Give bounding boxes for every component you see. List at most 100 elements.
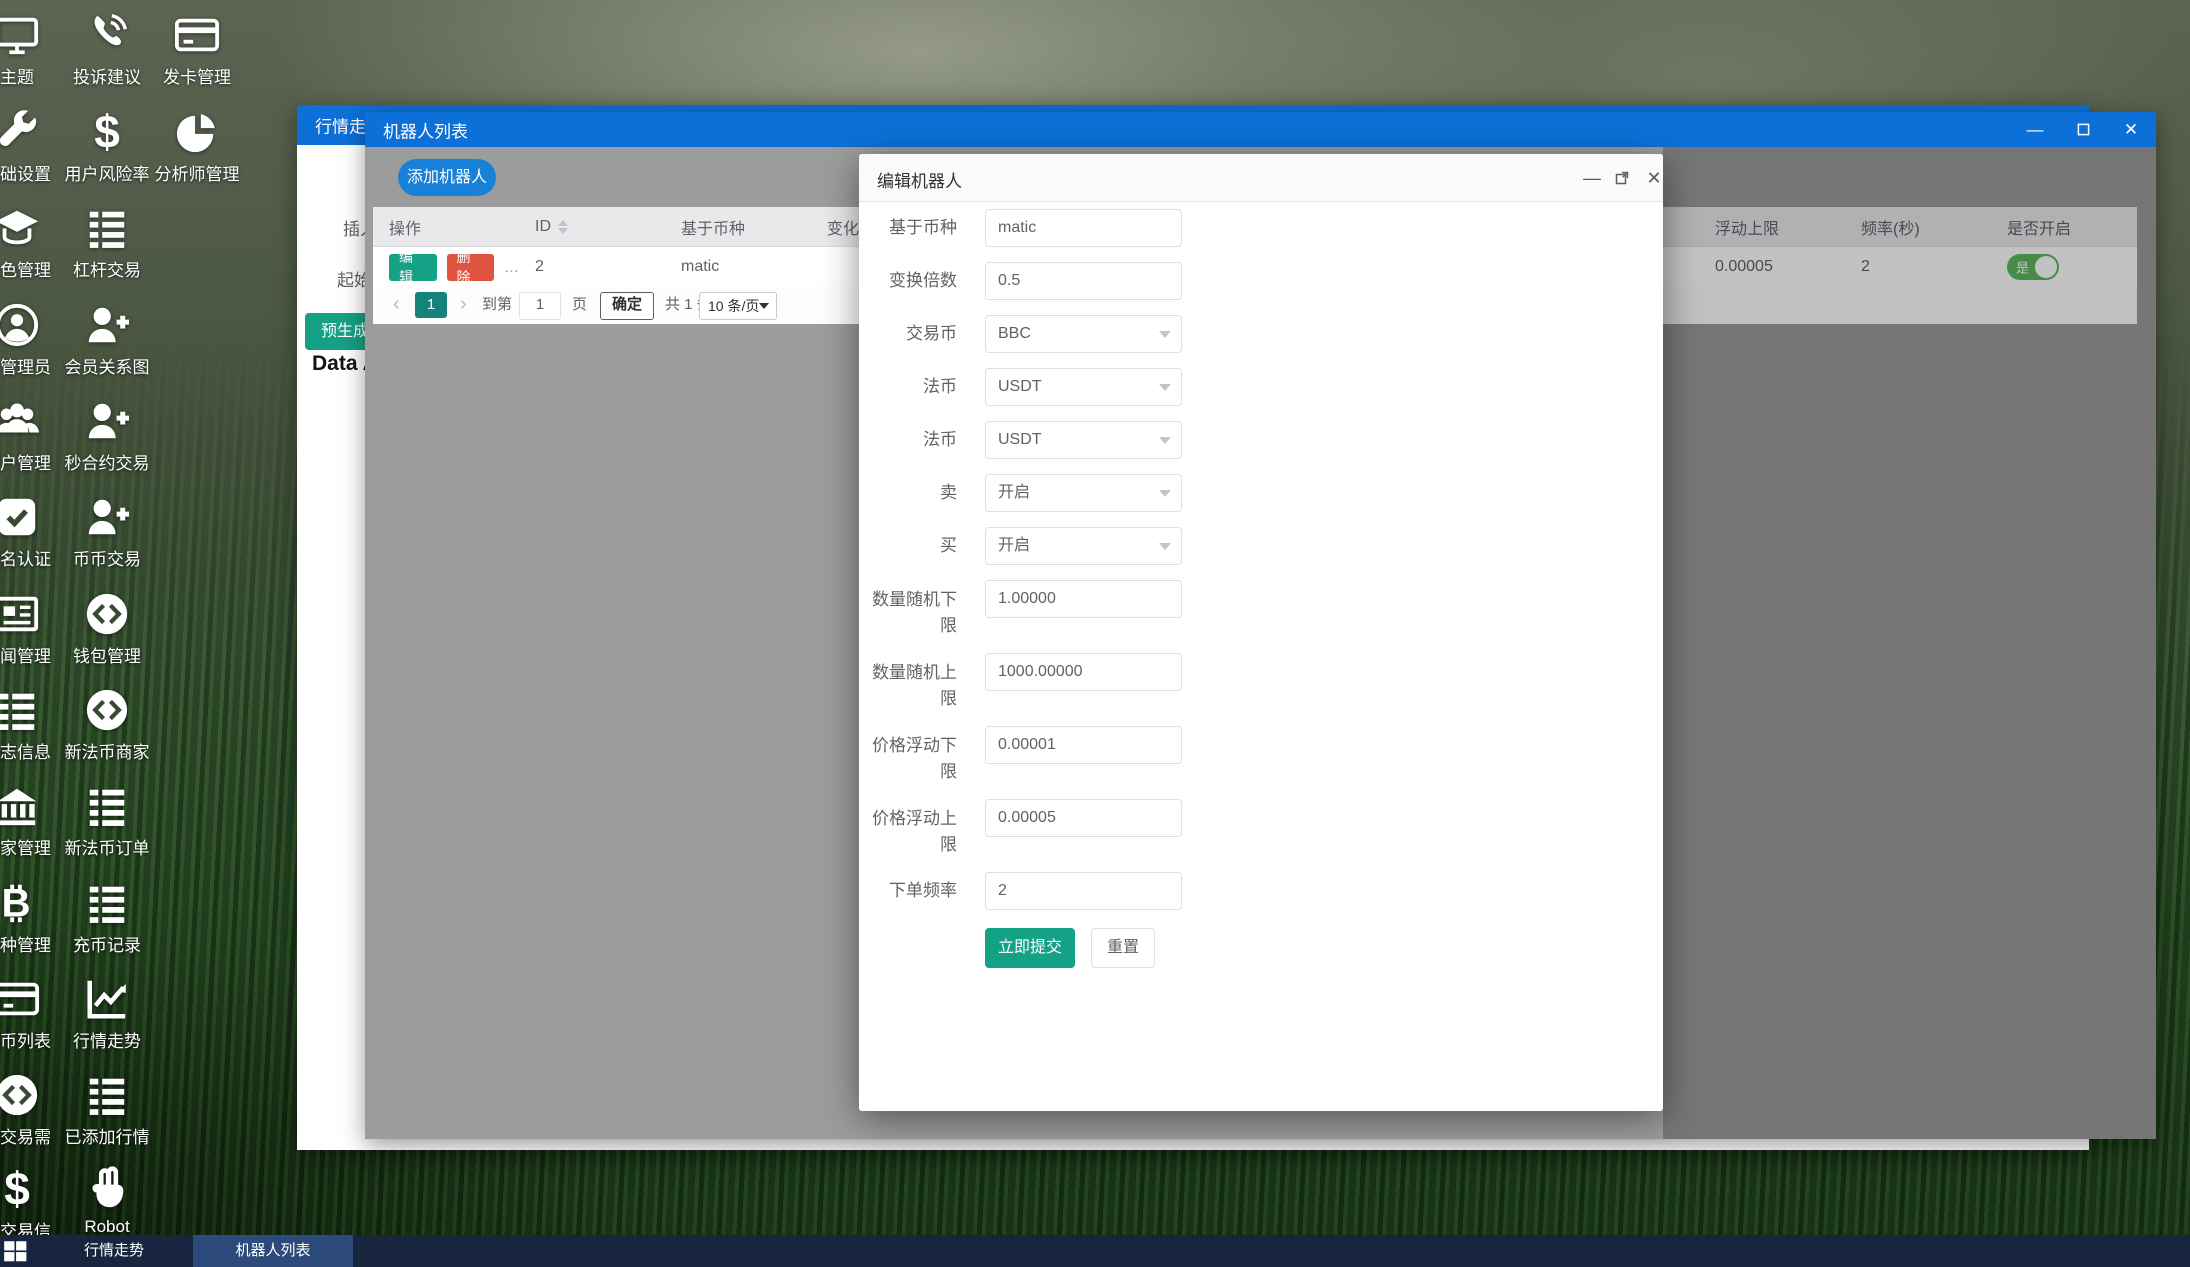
desktop-icon-label: 币交易需 <box>0 1123 62 1148</box>
hand-icon <box>62 1164 152 1212</box>
list-icon <box>62 781 152 829</box>
desktop-icon-people[interactable]: 用户管理 <box>0 396 62 474</box>
field-select[interactable]: USDT <box>985 368 1182 406</box>
cell-id: 2 <box>519 247 665 287</box>
dialog-close-button[interactable]: ✕ <box>1643 167 1665 189</box>
desktop-icon-news[interactable]: 新闻管理 <box>0 589 62 667</box>
field-input[interactable]: 2 <box>985 872 1182 910</box>
prev-page-button[interactable]: ‹ <box>393 292 400 318</box>
column-header-id[interactable]: ID <box>519 207 665 246</box>
field-select[interactable]: USDT <box>985 421 1182 459</box>
chevron-down-icon <box>1159 384 1171 391</box>
field-label: 价格浮动下限 <box>859 726 957 785</box>
taskbar-tab-market-trend[interactable]: 行情走势 <box>36 1235 192 1267</box>
desktop-icon-person-circle[interactable]: 台管理员 <box>0 300 62 378</box>
jump-page-input[interactable]: 1 <box>519 292 561 320</box>
close-button[interactable]: ✕ <box>2113 112 2149 147</box>
next-page-button[interactable]: › <box>460 292 467 318</box>
desktop-icon-list[interactable]: 充币记录 <box>62 878 152 956</box>
desktop-icon-label: 台管理员 <box>0 353 62 378</box>
screen: 主题投诉建议发卡管理基础设置 $ 用户风险率分析师管理角色管理杠杆交易台管理员会员关… <box>0 0 2190 1267</box>
desktop-icon-list[interactable]: 已添加行情 <box>62 1070 152 1148</box>
field-input[interactable]: matic <box>985 209 1182 247</box>
field-input[interactable]: 0.00001 <box>985 726 1182 764</box>
desktop-icon-bank[interactable]: 商家管理 <box>0 781 62 859</box>
field-label: 卖 <box>859 474 957 512</box>
desktop-icon-coin[interactable]: 钱包管理 <box>62 589 152 667</box>
jump-prefix-label: 到第 <box>482 292 512 318</box>
desktop-icon-list[interactable]: 新法币订单 <box>62 781 152 859</box>
more-actions: … <box>504 259 519 276</box>
form-row: 价格浮动下限0.00001 <box>859 726 1663 766</box>
desktop-icon-label: 已添加行情 <box>62 1123 152 1148</box>
field-input[interactable]: 0.00005 <box>985 799 1182 837</box>
desktop-icon-phone[interactable]: 投诉建议 <box>62 10 152 88</box>
reset-button[interactable]: 重置 <box>1091 928 1155 968</box>
desktop-icon-coin[interactable]: 币交易需 <box>0 1070 62 1148</box>
desktop-icon-label: 主题 <box>0 63 62 88</box>
dollar-icon: $ <box>0 1164 62 1212</box>
desktop-icon-dollar[interactable]: $币交易信 <box>0 1164 62 1242</box>
chevron-down-icon <box>1159 543 1171 550</box>
maximize-button[interactable] <box>2065 112 2101 147</box>
dialog-fullscreen-button[interactable] <box>1611 167 1633 189</box>
confirm-page-button[interactable]: 确定 <box>600 292 654 320</box>
submit-button[interactable]: 立即提交 <box>985 928 1075 968</box>
desktop-icon-chart[interactable]: 行情走势 <box>62 974 152 1052</box>
desktop-icon-label: 杠杆交易 <box>62 256 152 281</box>
coin-icon <box>0 1070 62 1118</box>
desktop-icon-dollar[interactable]: $ 用户风险率 <box>62 107 152 185</box>
field-select[interactable]: 开启 <box>985 527 1182 565</box>
front-window-title: 机器人列表 <box>383 117 468 142</box>
column-label: 基于币种 <box>681 215 745 239</box>
add-robot-button[interactable]: 添加机器人 <box>398 159 496 196</box>
field-input[interactable]: 1.00000 <box>985 580 1182 618</box>
desktop-icon-label: 用户管理 <box>0 449 62 474</box>
person-plus-icon <box>62 492 152 540</box>
desktop-icon-coin[interactable]: 新法币商家 <box>62 685 152 763</box>
start-button[interactable] <box>2 1238 28 1264</box>
desktop-icon-person-plus[interactable]: 币币交易 <box>62 492 152 570</box>
column-label: ID <box>535 218 551 236</box>
bitcoin-icon: B <box>0 878 62 926</box>
desktop-icon-list[interactable]: 杠杆交易 <box>62 203 152 281</box>
desktop-icon-monitor[interactable]: 主题 <box>0 10 62 88</box>
minimize-button[interactable]: — <box>2017 112 2053 147</box>
desktop-icon-card[interactable]: 提币列表 <box>0 974 62 1052</box>
field-input[interactable]: 0.5 <box>985 262 1182 300</box>
list-icon <box>62 1070 152 1118</box>
chart-icon <box>62 974 152 1022</box>
dollar-icon: $ <box>62 107 152 155</box>
page-number-button[interactable]: 1 <box>415 292 447 318</box>
desktop-icon-hand[interactable]: Robot <box>62 1164 152 1237</box>
field-input[interactable]: 1000.00000 <box>985 653 1182 691</box>
svg-text:$: $ <box>94 109 120 155</box>
desktop-icon-bitcoin[interactable]: B币种管理 <box>0 878 62 956</box>
delete-button[interactable]: 删除 <box>447 254 495 281</box>
desktop-icon-pie[interactable]: 分析师管理 <box>152 107 242 185</box>
field-select[interactable]: BBC <box>985 315 1182 353</box>
edit-button[interactable]: 编辑 <box>389 254 437 281</box>
desktop-icon-person-plus[interactable]: 秒合约交易 <box>62 396 152 474</box>
chevron-down-icon <box>1159 490 1171 497</box>
desktop-icon-label: 用户风险率 <box>62 160 152 185</box>
cell-ops: 编辑删除 … <box>373 247 519 287</box>
front-window-titlebar[interactable]: 机器人列表 — ✕ <box>365 112 2156 147</box>
desktop-icon-cap[interactable]: 角色管理 <box>0 203 62 281</box>
chevron-down-icon <box>759 303 769 309</box>
page-size-select[interactable]: 10 条/页 <box>699 292 777 320</box>
field-select[interactable]: 开启 <box>985 474 1182 512</box>
desktop-icon-person-plus[interactable]: 会员关系图 <box>62 300 152 378</box>
desktop-icon-check[interactable]: 实名认证 <box>0 492 62 570</box>
desktop-icon-label: 新法币商家 <box>62 738 152 763</box>
taskbar-tab-robot-list[interactable]: 机器人列表 <box>193 1235 353 1267</box>
dialog-minimize-button[interactable]: — <box>1581 167 1603 189</box>
coin-icon <box>62 685 152 733</box>
desktop-icon-label: 新闻管理 <box>0 642 62 667</box>
desktop-icon-label: 钱包管理 <box>62 642 152 667</box>
desktop-icon-list[interactable]: 日志信息 <box>0 685 62 763</box>
svg-text:B: B <box>2 880 31 925</box>
desktop-icon-wrench[interactable]: 基础设置 <box>0 107 62 185</box>
sort-caret-icon[interactable] <box>558 220 568 234</box>
desktop-icon-card[interactable]: 发卡管理 <box>152 10 242 88</box>
